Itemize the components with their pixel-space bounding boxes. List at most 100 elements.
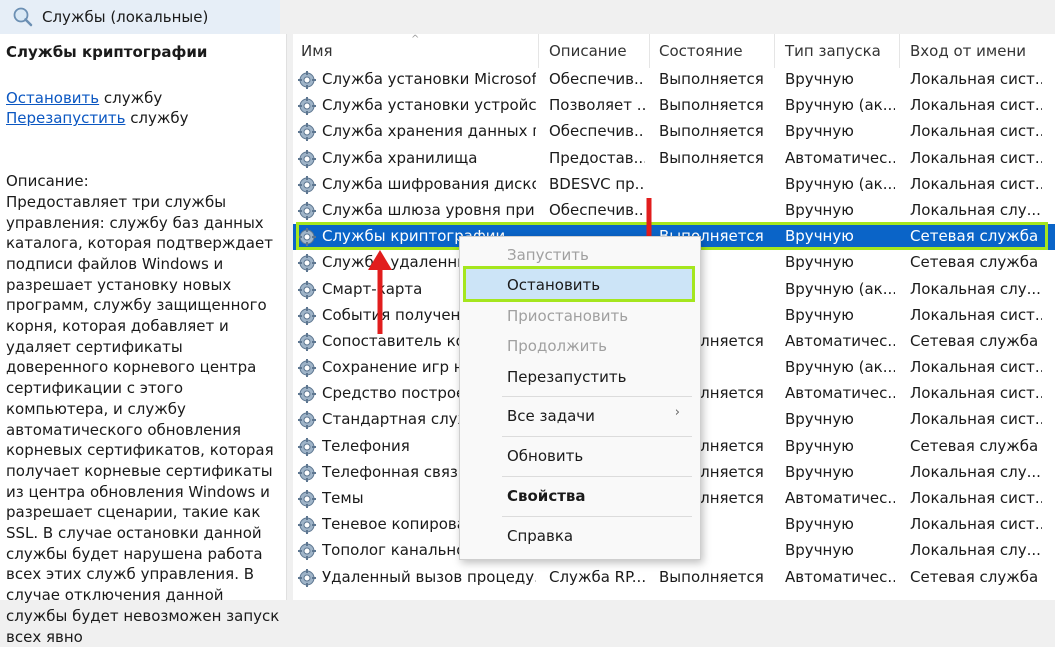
cell-logon: Локальная сист... xyxy=(910,70,1042,88)
cell-logon: Локальная сист... xyxy=(910,515,1042,534)
menu-item-pause[interactable]: Приостановить xyxy=(507,307,628,325)
extended-view-panel: Службы криптографии Остановить службу Пе… xyxy=(0,34,287,646)
cell-logon: Сетевая служба xyxy=(910,227,1039,246)
menu-item-resume[interactable]: Продолжить xyxy=(507,337,607,355)
menu-item-help[interactable]: Справка xyxy=(507,527,573,545)
menu-item-start[interactable]: Запустить xyxy=(507,246,589,264)
cell-logon: Локальная слу... xyxy=(910,462,1041,481)
cell-logon: Локальная сист... xyxy=(910,410,1042,429)
description-label: Описание: xyxy=(6,172,89,191)
menu-separator xyxy=(502,476,692,477)
menu-item-refresh[interactable]: Обновить xyxy=(507,447,583,465)
cell-status: Выполняется xyxy=(659,122,764,141)
cell-logon: Локальная сист... xyxy=(910,174,1042,193)
column-divider[interactable] xyxy=(899,34,900,68)
cell-status: Выполняется xyxy=(659,70,764,88)
cell-startup: Вручную xyxy=(785,515,854,534)
gear-icon xyxy=(298,516,316,535)
cell-desc: Обеспечив... xyxy=(549,70,645,88)
cell-startup: Вручную xyxy=(785,436,854,455)
cell-desc: Обеспечив... xyxy=(549,200,645,219)
gear-icon xyxy=(298,411,316,430)
service-row[interactable]: Служба шлюза уровня при... Обеспечив... Вр… xyxy=(293,198,1055,224)
cell-status: Выполняется xyxy=(659,148,764,167)
menu-item-all-tasks[interactable]: Все задачи xyxy=(507,407,595,425)
cell-logon: Сетевая служба xyxy=(910,567,1039,586)
cell-logon: Локальная сист... xyxy=(910,122,1042,141)
gear-icon xyxy=(298,201,316,220)
cell-logon: Локальная слу... xyxy=(910,279,1041,298)
cell-name: Служба шлюза уровня при... xyxy=(322,200,536,219)
column-header-name[interactable]: Имя xyxy=(301,42,333,62)
cell-startup: Вручную (ак... xyxy=(785,279,895,298)
column-header-description[interactable]: Описание xyxy=(549,42,627,62)
column-divider[interactable] xyxy=(774,34,775,68)
cell-logon: Локальная сист... xyxy=(910,96,1042,115)
cell-name: Служба хранилища xyxy=(322,148,478,167)
sort-ascending-icon: ^ xyxy=(411,34,420,45)
cell-name: Служба установки устройств xyxy=(322,96,536,115)
cell-startup: Вручную xyxy=(785,227,854,246)
cell-name: Удаленный вызов процеду... xyxy=(322,567,536,586)
gear-icon xyxy=(298,437,316,456)
service-row[interactable]: Удаленный вызов процеду... Служба RP... Вы… xyxy=(293,565,1055,591)
cell-logon: Локальная сист... xyxy=(910,305,1042,324)
cell-startup: Автоматичес... xyxy=(785,331,895,350)
service-row[interactable]: Служба шифрования диско... BDESVC пр... Вр… xyxy=(293,172,1055,198)
context-menu: Запустить Остановить Приостановить Продо… xyxy=(459,236,701,560)
cell-desc: Предостав... xyxy=(549,148,645,167)
cell-startup: Вручную (ак... xyxy=(785,174,895,193)
cell-logon: Локальная слу... xyxy=(910,541,1041,560)
selected-service-name: Службы криптографии xyxy=(6,43,208,61)
service-row[interactable]: Служба хранения данных п... Обеспечив... В… xyxy=(293,119,1055,145)
gear-icon xyxy=(298,97,316,116)
cell-logon: Локальная сист... xyxy=(910,148,1042,167)
stop-service-suffix: службу xyxy=(99,88,163,107)
column-header-status[interactable]: Состояние xyxy=(659,42,743,62)
cell-startup: Вручную xyxy=(785,410,854,429)
cell-startup: Автоматичес... xyxy=(785,148,895,167)
cell-name: Служба установки Microsof... xyxy=(322,70,536,88)
cell-logon: Сетевая служба xyxy=(910,331,1039,350)
window-title-bar: Службы (локальные) xyxy=(0,0,280,35)
column-divider[interactable] xyxy=(538,34,539,68)
gear-icon xyxy=(298,228,316,247)
cell-status: Выполняется xyxy=(659,567,764,586)
column-header-startup-type[interactable]: Тип запуска xyxy=(785,42,881,62)
menu-separator xyxy=(502,436,692,437)
menu-item-properties[interactable]: Свойства xyxy=(507,487,586,505)
gear-icon xyxy=(298,254,316,273)
restart-service-link[interactable]: Перезапустить xyxy=(6,109,125,127)
cell-startup: Вручную xyxy=(785,253,854,272)
menu-item-restart[interactable]: Перезапустить xyxy=(507,368,626,386)
service-row[interactable]: Служба хранилища Предостав... Выполняется А… xyxy=(293,146,1055,172)
column-divider[interactable] xyxy=(649,34,650,68)
cell-startup: Вручную xyxy=(785,462,854,481)
cell-startup: Вручную (ак... xyxy=(785,358,895,377)
cell-logon: Сетевая служба xyxy=(910,253,1039,272)
restart-service-suffix: службу xyxy=(125,109,189,128)
cell-startup: Автоматичес... xyxy=(785,384,895,403)
cell-startup: Вручную xyxy=(785,541,854,560)
services-magnifier-icon xyxy=(13,7,33,27)
gear-icon xyxy=(298,71,316,89)
gear-icon xyxy=(298,490,316,508)
service-description: Предоставляет три службы управления: слу… xyxy=(6,192,280,646)
cell-logon: Локальная слу... xyxy=(910,200,1041,219)
cell-desc: Позволяет ... xyxy=(549,96,645,115)
service-row[interactable]: Служба установки Microsof... Обеспечив...… xyxy=(293,67,1055,93)
cell-startup: Вручную xyxy=(785,200,854,219)
service-row[interactable]: Служба установки устройств Позволяет ... В… xyxy=(293,93,1055,119)
cell-status: Выполняется xyxy=(659,96,764,115)
menu-separator xyxy=(502,516,692,517)
menu-item-stop[interactable]: Остановить xyxy=(507,276,600,294)
cell-logon: Локальная сист... xyxy=(910,384,1042,403)
gear-icon xyxy=(298,385,316,404)
gear-icon xyxy=(298,463,316,482)
cell-startup: Вручную (ак... xyxy=(785,96,895,115)
cell-desc: Обеспечив... xyxy=(549,122,645,141)
column-header-logon-as[interactable]: Вход от имени xyxy=(910,42,1026,62)
stop-service-link[interactable]: Остановить xyxy=(6,89,99,107)
window-title: Службы (локальные) xyxy=(42,8,209,26)
cell-startup: Автоматичес... xyxy=(785,567,895,586)
